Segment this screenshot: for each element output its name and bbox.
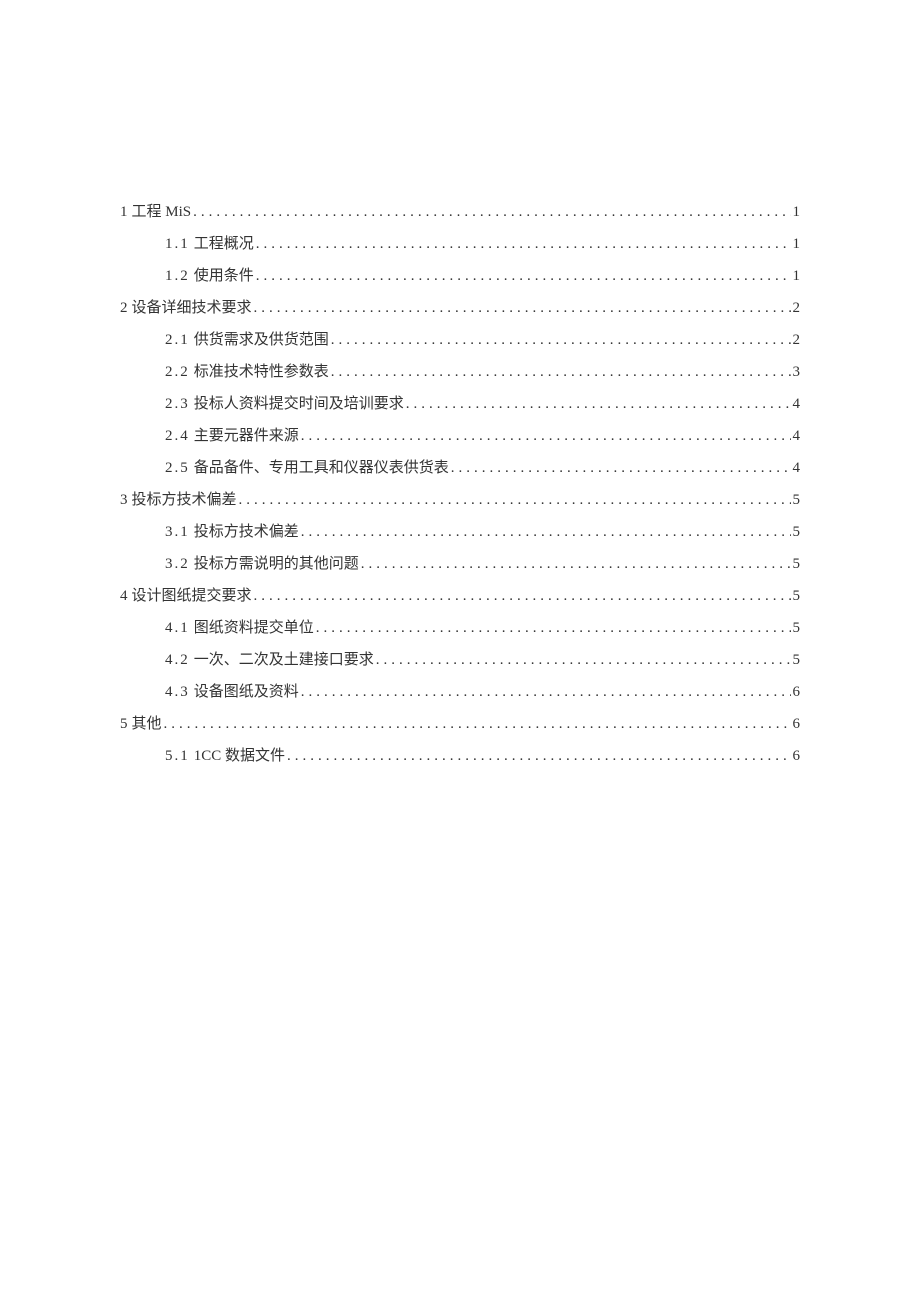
toc-entry: 4.1图纸资料提交单位 5	[120, 616, 800, 637]
toc-title: 使用条件	[194, 264, 254, 285]
toc-title: 工程 MiS	[132, 200, 192, 221]
toc-number: 3	[120, 492, 128, 509]
toc-leader-dots	[361, 556, 791, 573]
toc-leader-dots	[287, 748, 790, 765]
toc-entry: 5其他 6	[120, 712, 800, 733]
toc-leader-dots	[331, 332, 791, 349]
toc-leader-dots	[316, 620, 791, 637]
toc-number: 2.3	[165, 396, 190, 413]
toc-title: 投标方需说明的其他问题	[194, 552, 359, 573]
toc-entry: 2.5备品备件、专用工具和仪器仪表供货表 4	[120, 456, 800, 477]
toc-page-number: 4	[793, 460, 801, 477]
toc-leader-dots	[406, 396, 791, 413]
toc-entry: 5.11CC 数据文件 6	[120, 744, 800, 765]
toc-number: 1	[120, 204, 128, 221]
toc-leader-dots	[239, 492, 791, 509]
toc-entry: 4设计图纸提交要求 5	[120, 584, 800, 605]
toc-title: 设备详细技术要求	[132, 296, 252, 317]
toc-entry: 2设备详细技术要求2	[120, 296, 800, 317]
toc-page-number: 3	[793, 364, 801, 381]
toc-leader-dots	[301, 428, 791, 445]
toc-page-number: 5	[793, 524, 801, 541]
toc-title: 投标方技术偏差	[194, 520, 299, 541]
toc-title: 备品备件、专用工具和仪器仪表供货表	[194, 456, 449, 477]
toc-title: 图纸资料提交单位	[194, 616, 314, 637]
toc-entry: 1工程 MiS1	[120, 200, 800, 221]
toc-leader-dots	[254, 588, 791, 605]
toc-entry: 2.3投标人资料提交时间及培训要求 4	[120, 392, 800, 413]
toc-page-number: 2	[793, 332, 801, 349]
toc-number: 2.4	[165, 428, 190, 445]
toc-number: 2.1	[165, 332, 190, 349]
toc-entry: 3.1投标方技术偏差 5	[120, 520, 800, 541]
table-of-contents: 1工程 MiS11.1工程概况11.2使用条件12设备详细技术要求22.1供货需…	[120, 200, 800, 765]
toc-entry: 3投标方技术偏差 5	[120, 488, 800, 509]
toc-entry: 1.1工程概况 1	[120, 232, 800, 253]
toc-entry: 4.2一次、二次及土建接口要求 5	[120, 648, 800, 669]
toc-page-number: 5	[793, 588, 801, 605]
toc-number: 1.2	[165, 268, 190, 285]
toc-page-number: 6	[793, 748, 801, 765]
toc-page-number: 5	[793, 620, 801, 637]
toc-leader-dots	[256, 236, 791, 253]
toc-leader-dots	[451, 460, 791, 477]
toc-page-number: 1	[793, 236, 801, 253]
toc-page-number: 5	[793, 652, 801, 669]
toc-page-number: 4	[793, 428, 801, 445]
toc-leader-dots	[164, 716, 791, 733]
toc-entry: 2.2标准技术特性参数表 3	[120, 360, 800, 381]
toc-number: 3.1	[165, 524, 190, 541]
toc-number: 3.2	[165, 556, 190, 573]
toc-number: 5	[120, 716, 128, 733]
toc-number: 2.5	[165, 460, 190, 477]
toc-number: 4.2	[165, 652, 190, 669]
toc-title: 供货需求及供货范围	[194, 328, 329, 349]
toc-leader-dots	[254, 300, 791, 317]
toc-title: 投标方技术偏差	[132, 488, 237, 509]
toc-leader-dots	[331, 364, 791, 381]
toc-leader-dots	[301, 524, 791, 541]
toc-leader-dots	[193, 204, 790, 221]
toc-title: 设计图纸提交要求	[132, 584, 252, 605]
toc-number: 4.3	[165, 684, 190, 701]
toc-entry: 3.2投标方需说明的其他问题 5	[120, 552, 800, 573]
toc-page-number: 4	[793, 396, 801, 413]
toc-number: 4	[120, 588, 128, 605]
toc-title: 投标人资料提交时间及培训要求	[194, 392, 404, 413]
toc-leader-dots	[256, 268, 791, 285]
toc-leader-dots	[376, 652, 791, 669]
toc-page-number: 6	[793, 716, 801, 733]
toc-entry: 2.1供货需求及供货范围 2	[120, 328, 800, 349]
toc-page-number: 1	[793, 204, 801, 221]
toc-entry: 4.3设备图纸及资料 6	[120, 680, 800, 701]
toc-title: 设备图纸及资料	[194, 680, 299, 701]
toc-page-number: 5	[793, 556, 801, 573]
toc-number: 5.1	[165, 748, 190, 765]
toc-number: 2	[120, 300, 128, 317]
toc-number: 4.1	[165, 620, 190, 637]
toc-leader-dots	[301, 684, 791, 701]
toc-page-number: 1	[793, 268, 801, 285]
toc-number: 2.2	[165, 364, 190, 381]
toc-page-number: 5	[793, 492, 801, 509]
toc-title: 1CC 数据文件	[194, 744, 285, 765]
toc-title: 主要元器件来源	[194, 424, 299, 445]
toc-number: 1.1	[165, 236, 190, 253]
toc-entry: 2.4主要元器件来源 4	[120, 424, 800, 445]
toc-title: 其他	[132, 712, 162, 733]
toc-title: 一次、二次及土建接口要求	[194, 648, 374, 669]
toc-title: 工程概况	[194, 232, 254, 253]
toc-page-number: 2	[793, 300, 801, 317]
toc-entry: 1.2使用条件 1	[120, 264, 800, 285]
toc-page-number: 6	[793, 684, 801, 701]
toc-title: 标准技术特性参数表	[194, 360, 329, 381]
